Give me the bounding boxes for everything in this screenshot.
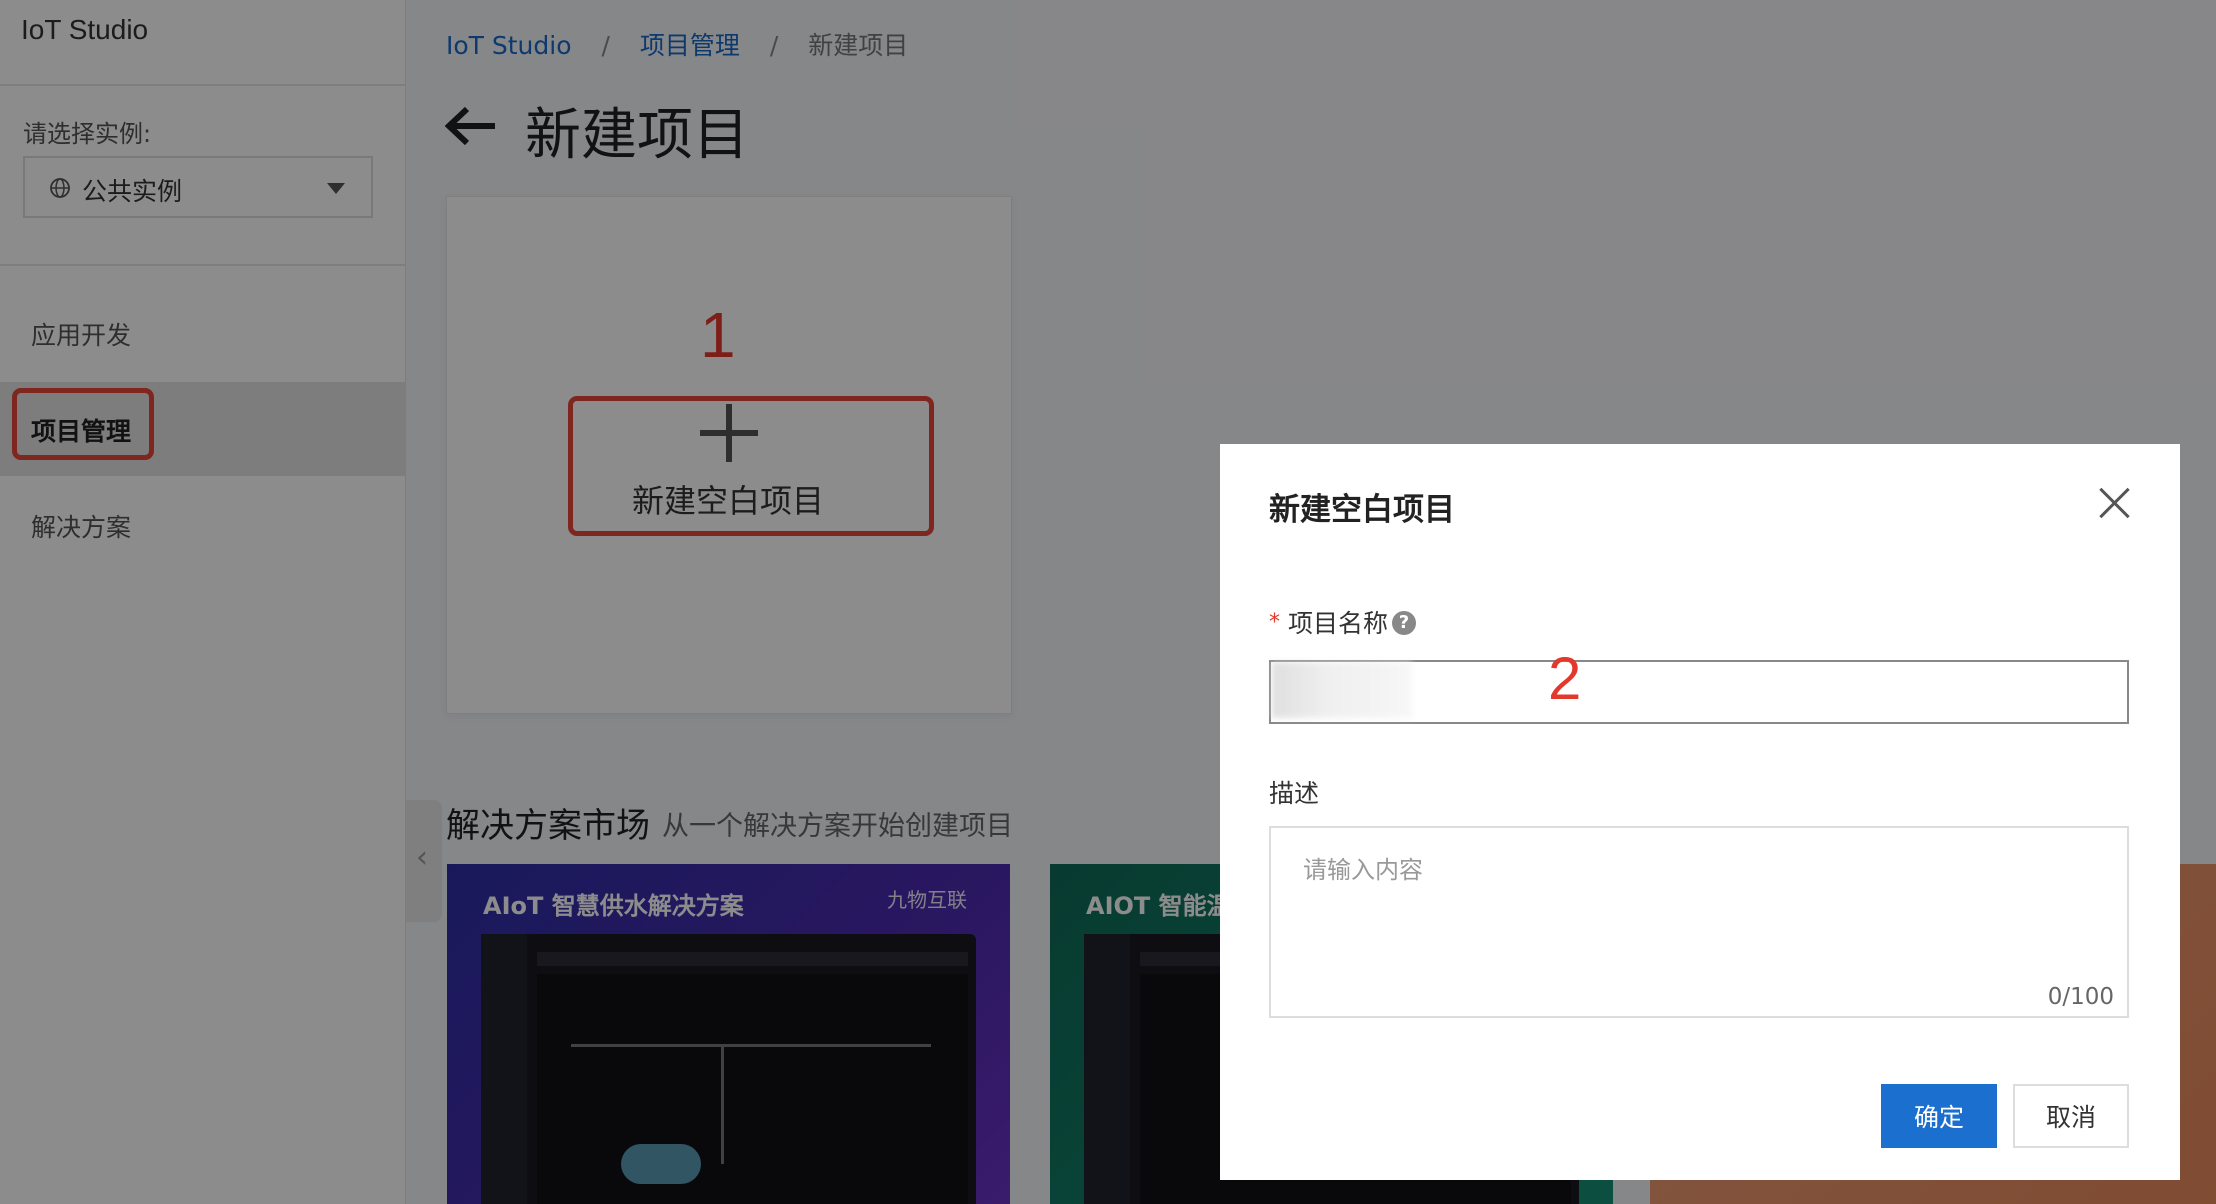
- cancel-button[interactable]: 取消: [2013, 1084, 2129, 1148]
- required-marker: *: [1269, 610, 1280, 635]
- project-name-label: 项目名称: [1288, 609, 1389, 638]
- redacted-text: [1272, 662, 1412, 718]
- dialog-title: 新建空白项目: [1269, 492, 1455, 528]
- close-icon[interactable]: [2098, 486, 2132, 520]
- confirm-button[interactable]: 确定: [1881, 1084, 1997, 1148]
- description-textarea[interactable]: [1269, 826, 2129, 1018]
- help-icon[interactable]: ?: [1392, 611, 1416, 635]
- character-counter: 0/100: [2047, 984, 2114, 1010]
- step-marker-2: 2: [1548, 645, 1582, 712]
- description-label: 描述: [1269, 779, 1320, 808]
- new-blank-project-dialog: 新建空白项目 * 项目名称 ? 2 描述 0/100 确定 取消: [1220, 444, 2180, 1180]
